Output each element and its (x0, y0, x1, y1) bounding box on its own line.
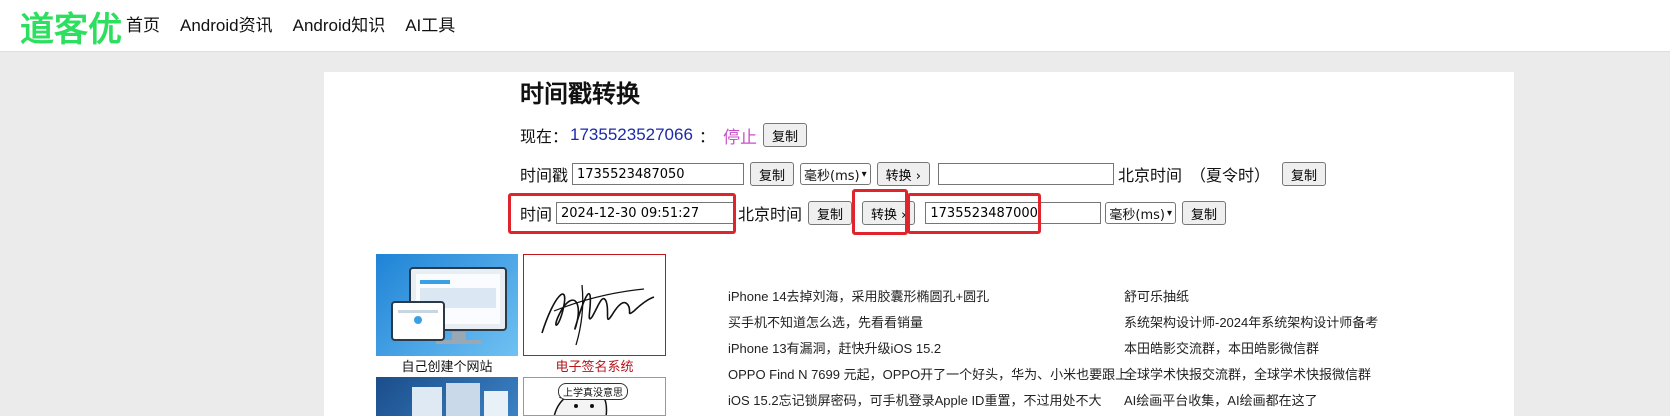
highlight-time-input (508, 193, 736, 234)
nav-android-knowledge[interactable]: Android知识 (293, 11, 386, 36)
e-signature-caption[interactable]: 电子签名系统 (523, 356, 666, 375)
top-navbar: 道客优 首页 Android资讯 Android知识 AI工具 (0, 0, 1670, 52)
colon-separator: ： (698, 129, 715, 146)
news-link[interactable]: iPhone 14去掉刘海，采用胶囊形椭圆孔+圆孔 (728, 284, 1128, 310)
e-signature-thumbnail[interactable] (523, 254, 666, 356)
copy-time-output-button[interactable]: 复制 (1282, 162, 1327, 186)
chevron-down-icon: ▾ (1166, 207, 1173, 219)
chevron-down-icon: ▾ (861, 168, 867, 180)
unit-select-2[interactable]: 毫秒(ms) ▾ (1105, 202, 1177, 224)
software-box-image (412, 383, 508, 416)
current-timestamp: 1735523527066 (570, 125, 693, 144)
news-link[interactable]: 系统架构设计师-2024年系统架构设计师备考 (1124, 310, 1378, 336)
news-link[interactable]: OPPO Find N 7699 元起，OPPO开了一个好头，华为、小米也要跟上 (728, 362, 1128, 388)
devices-image (391, 267, 507, 344)
news-link[interactable]: 全球学术快报交流群，全球学术快报微信群 (1124, 362, 1378, 388)
convert-to-time-button[interactable]: 转换 › (876, 162, 930, 186)
current-time-row: 现在： 1735523527066 ： 停止 复制 (520, 122, 807, 148)
dst-label: （夏令时） (1190, 168, 1271, 185)
timestamp-label: 时间戳 (520, 168, 569, 185)
news-list-right: 舒可乐抽纸 系统架构设计师-2024年系统架构设计师备考 本田皓影交流群，本田皓… (1124, 284, 1378, 414)
highlight-timestamp-output (907, 193, 1041, 234)
now-label: 现在： (520, 129, 569, 146)
news-link[interactable]: iPhone 13有漏洞，赶快升级iOS 15.2 (728, 336, 1128, 362)
nav-android-news[interactable]: Android资讯 (180, 11, 273, 36)
unit-select[interactable]: 毫秒(ms) ▾ (800, 163, 871, 185)
cartoon-thumbnail[interactable]: 上学真没意思 (523, 377, 666, 416)
news-link[interactable]: AI绘画平台收集，AI绘画都在这了 (1124, 388, 1378, 414)
news-list-left: iPhone 14去掉刘海，采用胶囊形椭圆孔+圆孔 买手机不知道怎么选，先看看销… (728, 284, 1128, 414)
highlight-convert-button (852, 189, 908, 235)
unit-select-value: 毫秒(ms) (804, 168, 860, 184)
copy-timestamp-button[interactable]: 复制 (750, 162, 795, 186)
news-link[interactable]: 买手机不知道怎么选，先看看销量 (728, 310, 1128, 336)
news-link[interactable]: 本田皓影交流群，本田皓影微信群 (1124, 336, 1378, 362)
nav-ai-tools[interactable]: AI工具 (405, 11, 455, 36)
timestamp-input[interactable]: 1735523487050 (572, 163, 745, 185)
nav-home[interactable]: 首页 (126, 11, 160, 36)
page-title: 时间戳转换 (520, 81, 640, 108)
time-output-field[interactable] (938, 163, 1114, 185)
software-box-thumbnail[interactable] (376, 377, 518, 416)
news-link[interactable]: iOS 15.2忘记锁屏密码，可手机登录Apple ID重置，不过用处不大 (728, 388, 1128, 414)
website-builder-caption[interactable]: 自己创建个网站 (376, 356, 518, 375)
news-link[interactable]: 舒可乐抽纸 (1124, 284, 1378, 310)
beijing-time-label: 北京时间 (1118, 168, 1183, 185)
signature-image (541, 284, 655, 346)
unit-select-2-value: 毫秒(ms) (1109, 207, 1165, 223)
timestamp-to-time-row: 时间戳 1735523487050 复制 毫秒(ms) ▾ 转换 › 北京时间 （… (520, 161, 1327, 187)
copy-current-button[interactable]: 复制 (762, 123, 807, 147)
copy-time-button[interactable]: 复制 (808, 201, 853, 225)
stop-link[interactable]: 停止 (723, 123, 757, 148)
speech-bubble: 上学真没意思 (558, 383, 628, 400)
main-nav: 首页 Android资讯 Android知识 AI工具 (126, 11, 455, 36)
site-logo[interactable]: 道客优 (20, 2, 122, 51)
website-builder-thumbnail[interactable] (376, 254, 518, 356)
copy-timestamp-output-button[interactable]: 复制 (1182, 201, 1227, 225)
beijing-time-label-2: 北京时间 (738, 207, 803, 224)
